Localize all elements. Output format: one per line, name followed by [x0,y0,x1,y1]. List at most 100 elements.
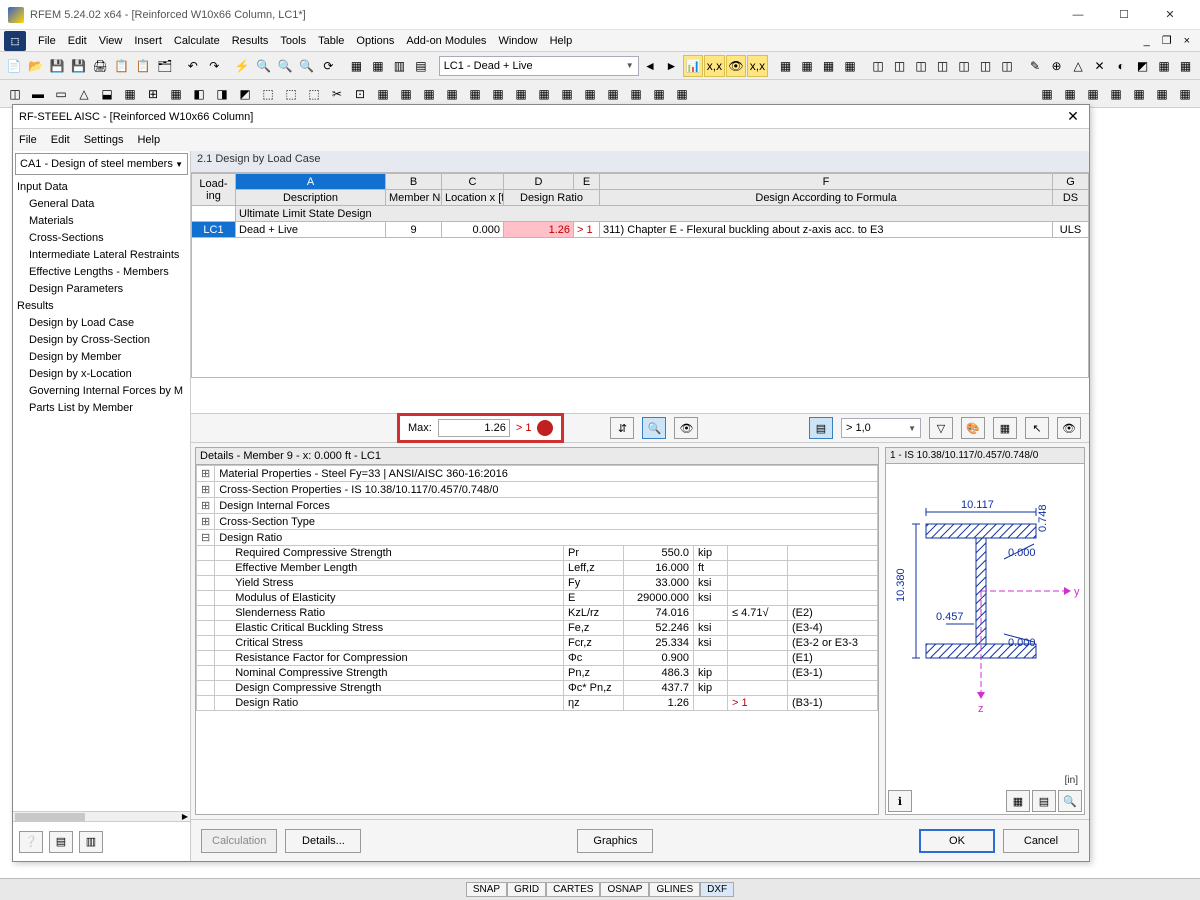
t2-18-icon[interactable]: ▦ [395,83,417,105]
next-lc-icon[interactable]: ► [661,55,682,77]
status-cartes[interactable]: CARTES [546,882,600,897]
tree-parts-list[interactable]: Parts List by Member [13,400,190,417]
details-row[interactable]: Effective Member LengthLeff,z16.000ft [197,561,878,576]
menu-tools[interactable]: Tools [274,33,312,49]
details-row[interactable]: Design Ratioηz1.26> 1(B3-1) [197,696,878,711]
t2-22-icon[interactable]: ▦ [487,83,509,105]
details-group-crosssection[interactable]: Cross-Section Properties - IS 10.38/10.1… [215,482,878,498]
mod6-icon[interactable]: ◫ [975,55,996,77]
res3-icon[interactable]: ▦ [818,55,839,77]
maximize-button[interactable]: ☐ [1102,1,1146,29]
mod7-icon[interactable]: ◫ [997,55,1018,77]
tool5-icon[interactable]: ◐ [1111,55,1132,77]
mdi-minimize-icon[interactable]: _ [1138,33,1156,49]
menu-insert[interactable]: Insert [128,33,168,49]
t2-20-icon[interactable]: ▦ [441,83,463,105]
loadcase-combo[interactable]: LC1 - Dead + Live▼ [439,56,639,76]
result-btn1-icon[interactable]: 📊 [683,55,704,77]
t2-r6-icon[interactable]: ▦ [1151,83,1173,105]
t2-21-icon[interactable]: ▦ [464,83,486,105]
status-glines[interactable]: GLINES [649,882,700,897]
paste-icon[interactable]: 📋 [133,55,154,77]
panel2-icon[interactable]: ▤ [411,55,432,77]
section-tool2-icon[interactable]: ▤ [1032,790,1056,812]
t2-7-icon[interactable]: ⊞ [142,83,164,105]
status-grid[interactable]: GRID [507,882,546,897]
zoom-icon[interactable]: 🔍 [254,55,275,77]
grid-col-e[interactable]: E [574,174,600,190]
close-button[interactable]: ✕ [1148,1,1192,29]
expand-icon[interactable]: ⊞ [197,466,215,482]
tree-effective-lengths[interactable]: Effective Lengths - Members [13,264,190,281]
t2-r4-icon[interactable]: ▦ [1105,83,1127,105]
zoomwin-icon[interactable]: 🔍 [275,55,296,77]
t2-17-icon[interactable]: ▦ [372,83,394,105]
mod4-icon[interactable]: ◫ [932,55,953,77]
grid-col-g[interactable]: G [1053,174,1089,190]
details-group-cstype[interactable]: Cross-Section Type [215,514,878,530]
graphics-button[interactable]: Graphics [577,829,653,853]
expand-icon[interactable]: ⊞ [197,514,215,530]
collapse-icon[interactable]: ⊟ [197,530,215,546]
undo-icon[interactable]: ↶ [183,55,204,77]
tree-materials[interactable]: Materials [13,213,190,230]
grid-col-b[interactable]: B [386,174,442,190]
dlg-menu-file[interactable]: File [19,134,37,146]
copy-icon[interactable]: 📋 [112,55,133,77]
grid-col-f[interactable]: F [600,174,1053,190]
grid-row-lc1[interactable]: LC1 Dead + Live 9 0.000 1.26 > 1 311) Ch… [192,222,1089,238]
t2-12-icon[interactable]: ⬚ [257,83,279,105]
expand-icon[interactable]: ⊞ [197,498,215,514]
filter-combo[interactable]: > 1,0▼ [841,418,921,438]
t2-25-icon[interactable]: ▦ [556,83,578,105]
maxrow-btn2-icon[interactable]: 🔍 [642,417,666,439]
t2-26-icon[interactable]: ▦ [579,83,601,105]
t2-5-icon[interactable]: ⬓ [96,83,118,105]
calc-icon[interactable]: ⚡ [232,55,253,77]
filter-color-icon[interactable]: 🎨 [961,417,985,439]
menu-options[interactable]: Options [350,33,400,49]
maxrow-btn3-icon[interactable]: 👁 [674,417,698,439]
t2-28-icon[interactable]: ▦ [625,83,647,105]
tree-design-params[interactable]: Design Parameters [13,281,190,298]
menu-window[interactable]: Window [492,33,543,49]
tree-input-header[interactable]: Input Data [13,179,190,196]
filter-eye-icon[interactable]: 👁 [1057,417,1081,439]
menu-view[interactable]: View [93,33,129,49]
t2-24-icon[interactable]: ▦ [533,83,555,105]
table2-icon[interactable]: ▦ [368,55,389,77]
status-snap[interactable]: SNAP [466,882,507,897]
tree-design-crosssection[interactable]: Design by Cross-Section [13,332,190,349]
t2-r3-icon[interactable]: ▦ [1082,83,1104,105]
case-selector[interactable]: CA1 - Design of steel members▼ [15,153,188,175]
tool3-icon[interactable]: △ [1068,55,1089,77]
section-info-icon[interactable]: ℹ [888,790,912,812]
t2-30-icon[interactable]: ▦ [671,83,693,105]
t2-27-icon[interactable]: ▦ [602,83,624,105]
expand-icon[interactable]: ⊞ [197,482,215,498]
details-row[interactable]: Design Compressive StrengthΦc* Pn,z437.7… [197,681,878,696]
details-group-forces[interactable]: Design Internal Forces [215,498,878,514]
t2-r5-icon[interactable]: ▦ [1128,83,1150,105]
t2-13-icon[interactable]: ⬚ [280,83,302,105]
grid-col-a[interactable]: A [236,174,386,190]
t2-r7-icon[interactable]: ▦ [1174,83,1196,105]
dialog-close-icon[interactable]: ✕ [1063,108,1083,125]
status-dxf[interactable]: DXF [700,882,734,897]
calculation-button[interactable]: Calculation [201,829,277,853]
zoomall-icon[interactable]: 🔍 [297,55,318,77]
tree-design-member[interactable]: Design by Member [13,349,190,366]
t2-6-icon[interactable]: ▦ [119,83,141,105]
tree-governing-forces[interactable]: Governing Internal Forces by M [13,383,190,400]
mdi-restore-icon[interactable]: ❐ [1156,32,1178,49]
res1-icon[interactable]: ▦ [775,55,796,77]
print-icon[interactable]: 🖨 [90,55,111,77]
tool7-icon[interactable]: ▦ [1154,55,1175,77]
t2-1-icon[interactable]: ◫ [4,83,26,105]
nav-tool2-icon[interactable]: ▥ [79,831,103,853]
grid-col-d[interactable]: D [504,174,574,190]
redo-icon[interactable]: ↷ [204,55,225,77]
section-tool1-icon[interactable]: ▦ [1006,790,1030,812]
tool2-icon[interactable]: ⊕ [1046,55,1067,77]
ok-button[interactable]: OK [919,829,995,853]
